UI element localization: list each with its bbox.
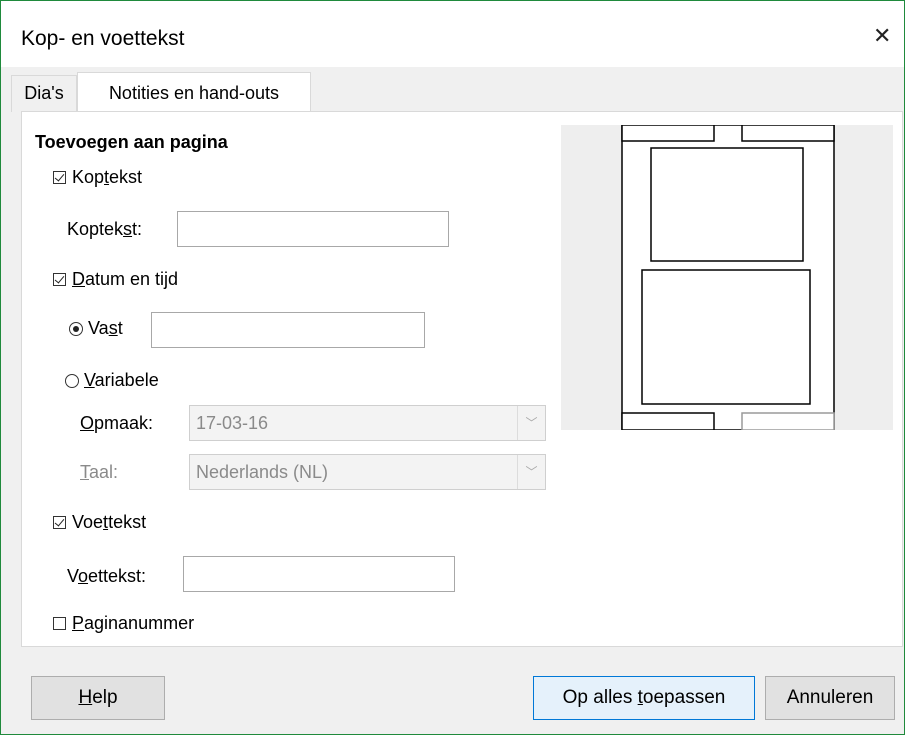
tab-slides[interactable]: Dia's (11, 75, 77, 112)
header-text-input[interactable] (177, 211, 449, 247)
page-number-checkbox-label[interactable]: Paginanummer (72, 613, 194, 634)
title-bar: Kop- en voettekst ✕ (1, 1, 904, 67)
preview-graphic (621, 124, 835, 431)
dialog-title: Kop- en voettekst (21, 27, 185, 50)
fixed-radio-label[interactable]: Vast (88, 318, 123, 339)
footer-text-input[interactable] (183, 556, 455, 592)
header-checkbox-label[interactable]: Koptekst (72, 167, 142, 188)
cancel-button[interactable]: Annuleren (765, 676, 895, 720)
preview-page-number (741, 412, 835, 431)
language-label: Taal: (80, 462, 119, 482)
page-preview (561, 124, 893, 431)
tab-panel: Toevoegen aan pagina Koptekst Koptekst: … (21, 111, 903, 647)
apply-to-all-button[interactable]: Op alles toepassen (533, 676, 755, 720)
preview-footer-left (621, 412, 715, 431)
preview-slide (650, 147, 804, 262)
header-field-label: Koptekst: (67, 219, 143, 239)
footer-checkbox[interactable] (53, 516, 66, 529)
close-icon[interactable]: ✕ (873, 23, 891, 49)
variable-radio[interactable] (65, 374, 79, 388)
language-value: Nederlands (NL) (196, 462, 329, 482)
variable-radio-label[interactable]: Variabele (84, 370, 159, 391)
preview-header-right (741, 124, 835, 142)
datetime-checkbox[interactable] (53, 273, 66, 286)
datetime-checkbox-label[interactable]: Datum en tijd (72, 269, 178, 290)
preview-header-left (621, 124, 715, 142)
format-value: 17-03-16 (196, 413, 269, 433)
tab-notes-handouts[interactable]: Notities en hand-outs (77, 72, 311, 112)
preview-notes (641, 269, 811, 405)
language-select[interactable]: Nederlands (NL) ﹀ (189, 454, 546, 490)
dialog-window: Kop- en voettekst ✕ Dia's Notities en ha… (0, 0, 905, 735)
section-title: Toevoegen aan pagina (35, 132, 228, 152)
format-select[interactable]: 17-03-16 ﹀ (189, 405, 546, 441)
footer-field-label: Voettekst: (67, 566, 147, 586)
chevron-down-icon[interactable]: ﹀ (517, 455, 545, 489)
footer-checkbox-label[interactable]: Voettekst (72, 512, 146, 533)
header-checkbox[interactable] (53, 171, 66, 184)
page-number-checkbox[interactable] (53, 617, 66, 630)
help-button[interactable]: Help (31, 676, 165, 720)
chevron-down-icon[interactable]: ﹀ (517, 406, 545, 440)
fixed-date-input[interactable] (151, 312, 425, 348)
format-label: Opmaak: (80, 413, 154, 433)
fixed-radio[interactable] (69, 322, 83, 336)
